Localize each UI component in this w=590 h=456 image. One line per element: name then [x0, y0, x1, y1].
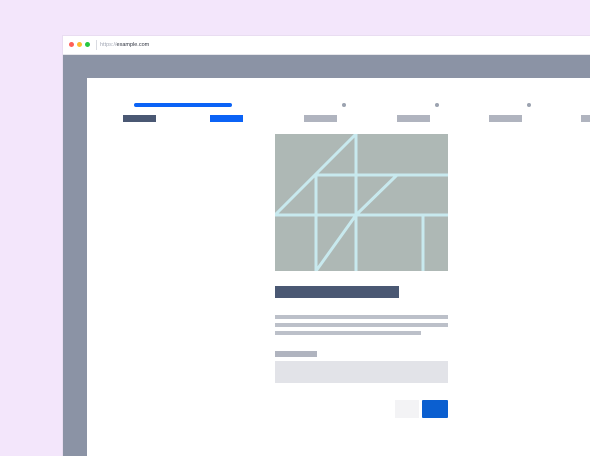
- browser-window: https://example.com: [63, 36, 590, 456]
- minimize-dot-icon[interactable]: [77, 42, 82, 47]
- hero-image: [275, 134, 448, 271]
- body-text-line: [275, 315, 448, 319]
- body-text-line: [275, 323, 448, 327]
- next-button[interactable]: [422, 400, 448, 418]
- page-viewport: [87, 78, 590, 456]
- step-2-label[interactable]: [304, 115, 337, 122]
- close-dot-icon[interactable]: [69, 42, 74, 47]
- step-4-label[interactable]: [489, 115, 522, 122]
- browser-toolbar: https://example.com: [63, 36, 590, 55]
- url-protocol: https://: [100, 42, 117, 48]
- body-text-line: [275, 331, 421, 335]
- step-2-dot[interactable]: [342, 103, 346, 107]
- back-button[interactable]: [395, 400, 419, 418]
- step-3-dot[interactable]: [435, 103, 439, 107]
- step-1-label: [123, 115, 156, 122]
- field-label-placeholder: [275, 351, 317, 357]
- step-5-label[interactable]: [581, 115, 590, 122]
- image-placeholder-icon: [275, 134, 448, 271]
- step-3-label[interactable]: [397, 115, 430, 122]
- step-1-active-indicator: [210, 115, 243, 122]
- text-input-field[interactable]: [275, 361, 448, 383]
- maximize-dot-icon[interactable]: [85, 42, 90, 47]
- address-bar[interactable]: https://example.com: [96, 40, 149, 50]
- step-4-dot[interactable]: [527, 103, 531, 107]
- page-title-placeholder: [275, 286, 399, 298]
- url-host: example.com: [116, 42, 150, 48]
- progress-bar: [134, 103, 232, 107]
